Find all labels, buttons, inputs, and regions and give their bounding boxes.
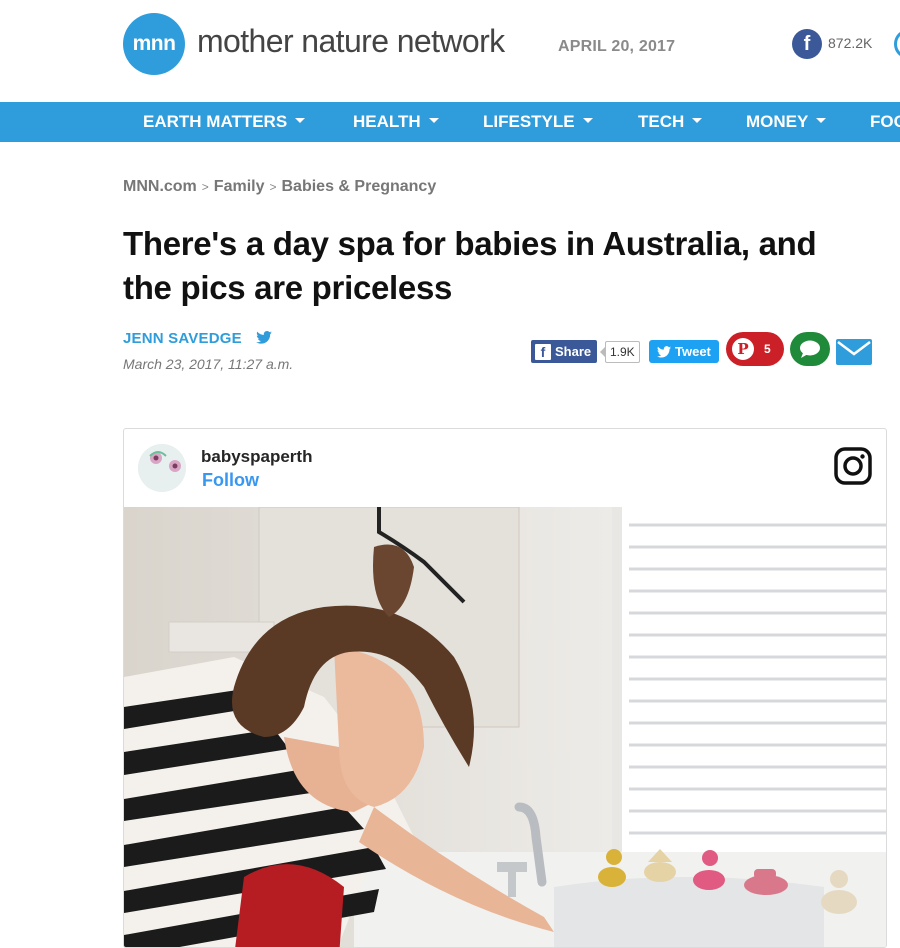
nav-item-money[interactable]: MONEY bbox=[746, 102, 827, 142]
article-title: There's a day spa for babies in Australi… bbox=[123, 225, 817, 306]
nav-item-lifestyle[interactable]: LIFESTYLE bbox=[483, 102, 593, 142]
twitter-icon bbox=[657, 345, 671, 358]
breadcrumb-babies-pregnancy[interactable]: Babies & Pregnancy bbox=[282, 178, 437, 195]
nav-item-health[interactable]: HEALTH bbox=[353, 102, 439, 142]
comment-icon bbox=[800, 340, 820, 358]
chevron-down-icon bbox=[295, 118, 306, 124]
site-logo[interactable]: mnn bbox=[123, 13, 185, 75]
breadcrumb-home[interactable]: MNN.com bbox=[123, 178, 197, 195]
facebook-share-count: 1.9K bbox=[600, 341, 640, 363]
avatar[interactable] bbox=[138, 444, 186, 492]
breadcrumb: MNN.com > Family > Babies & Pregnancy bbox=[123, 178, 436, 196]
author-line: JENN SAVEDGE bbox=[123, 330, 273, 348]
email-share-button[interactable] bbox=[836, 339, 872, 370]
twitter-share-button[interactable]: Tweet bbox=[649, 340, 719, 363]
site-header: mnn mother nature network APRIL 20, 2017… bbox=[0, 0, 900, 102]
pinterest-icon: P bbox=[732, 338, 754, 360]
author-name[interactable]: JENN SAVEDGE bbox=[123, 330, 242, 347]
instagram-embed: babyspaperth Follow bbox=[123, 428, 887, 948]
publish-date: March 23, 2017, 11:27 a.m. bbox=[123, 356, 294, 372]
main-nav: EARTH MATTERS HEALTH LIFESTYLE TECH MONE… bbox=[0, 102, 900, 142]
breadcrumb-family[interactable]: Family bbox=[214, 178, 265, 195]
breadcrumb-separator: > bbox=[269, 180, 277, 194]
chevron-down-icon bbox=[692, 118, 703, 124]
comment-button[interactable] bbox=[790, 332, 830, 366]
site-name[interactable]: mother nature network bbox=[197, 23, 505, 60]
header-date: APRIL 20, 2017 bbox=[558, 38, 676, 55]
facebook-icon: f bbox=[535, 343, 551, 360]
twitter-share-label: Tweet bbox=[675, 344, 711, 359]
post-photo[interactable] bbox=[124, 507, 887, 948]
chevron-down-icon bbox=[816, 118, 827, 124]
facebook-follower-count: 872.2K bbox=[828, 35, 873, 51]
pinterest-share-button[interactable]: P 5 bbox=[726, 332, 784, 366]
nav-item-tech[interactable]: TECH bbox=[638, 102, 703, 142]
follow-button[interactable]: Follow bbox=[202, 470, 259, 491]
facebook-share-label: Share bbox=[555, 344, 592, 359]
mail-icon bbox=[836, 339, 872, 365]
twitter-icon[interactable] bbox=[256, 330, 273, 348]
social-icon-partial[interactable] bbox=[894, 29, 900, 59]
nav-item-food[interactable]: FOOD bbox=[870, 102, 900, 142]
pinterest-count: 5 bbox=[764, 342, 771, 356]
facebook-share-button[interactable]: f Share bbox=[531, 340, 598, 363]
chevron-down-icon bbox=[428, 118, 439, 124]
nav-item-earth-matters[interactable]: EARTH MATTERS bbox=[143, 102, 306, 142]
logo-text: mnn bbox=[132, 32, 176, 55]
instagram-icon[interactable] bbox=[834, 447, 872, 490]
instagram-username[interactable]: babyspaperth bbox=[201, 447, 312, 467]
breadcrumb-separator: > bbox=[201, 180, 209, 194]
chevron-down-icon bbox=[582, 118, 593, 124]
facebook-icon[interactable]: f bbox=[792, 29, 822, 59]
